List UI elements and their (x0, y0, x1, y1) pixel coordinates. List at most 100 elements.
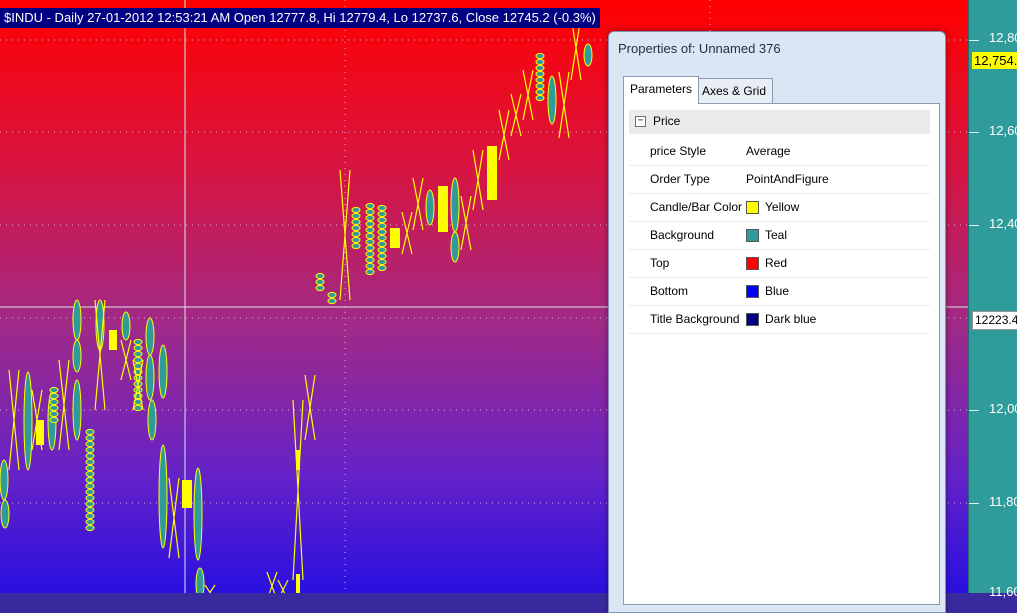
o-dot (85, 452, 95, 460)
o-dot (85, 446, 95, 454)
o-dot (85, 506, 95, 514)
o-dot (365, 244, 375, 252)
o-dot (365, 232, 375, 240)
o-dot (315, 272, 325, 280)
o-dot (85, 440, 95, 448)
tab-axes-grid[interactable]: Axes & Grid (695, 78, 774, 103)
o-column (0, 459, 9, 501)
o-dot (351, 212, 361, 220)
filled-bar (390, 228, 400, 248)
color-swatch (746, 228, 759, 242)
o-dot (49, 404, 59, 412)
price-axis[interactable]: 12,80 12,60 12,40 12,00 11,80 11,60 12,7… (968, 0, 1017, 599)
axis-tick (969, 503, 979, 504)
property-row-background[interactable]: Background Teal (629, 222, 930, 250)
o-dot (535, 52, 545, 60)
o-column (450, 177, 460, 233)
axis-tick (969, 225, 979, 226)
properties-dialog[interactable]: Properties of: Unnamed 376 Parameters Ax… (608, 31, 946, 613)
o-dot (365, 238, 375, 246)
property-row-bottom[interactable]: Bottom Blue (629, 278, 930, 306)
o-dot (133, 362, 143, 370)
o-dot (377, 216, 387, 224)
axis-tick (969, 410, 979, 411)
color-swatch (746, 312, 759, 326)
o-column (145, 317, 155, 356)
property-value[interactable]: Teal (746, 228, 787, 242)
o-dot (133, 404, 143, 412)
o-dot (85, 518, 95, 526)
property-value[interactable]: Dark blue (746, 312, 816, 326)
o-dot (351, 230, 361, 238)
o-dot (133, 338, 143, 346)
o-dot (535, 76, 545, 84)
o-dot (351, 218, 361, 226)
property-grid: − Price price Style Average Order Type P… (623, 103, 940, 605)
property-name: Title Background (650, 312, 740, 326)
o-dot (377, 234, 387, 242)
o-dot (85, 428, 95, 436)
o-dot (133, 350, 143, 358)
o-column (193, 467, 203, 561)
filled-bar (438, 186, 448, 232)
property-value[interactable]: Red (746, 256, 787, 270)
collapse-icon[interactable]: − (635, 116, 646, 127)
o-dot (535, 58, 545, 66)
group-label: Price (653, 114, 681, 128)
filled-bar (487, 146, 497, 200)
property-name: Bottom (650, 284, 689, 298)
o-dot (351, 236, 361, 244)
o-dot (365, 250, 375, 258)
o-dot (377, 240, 387, 248)
o-column (195, 567, 205, 593)
o-dot (49, 398, 59, 406)
filled-bar (182, 480, 192, 508)
o-dot (49, 410, 59, 418)
o-column (583, 43, 593, 67)
property-value-text: Average (746, 144, 791, 158)
o-dot (535, 82, 545, 90)
property-row-candle-color[interactable]: Candle/Bar Color Yellow (629, 194, 930, 222)
o-column (72, 299, 82, 341)
o-dot (535, 94, 545, 102)
property-group-price[interactable]: − Price (629, 110, 930, 134)
o-dot (85, 482, 95, 490)
property-value[interactable]: Blue (746, 284, 789, 298)
property-value-text: Teal (765, 228, 788, 242)
property-value[interactable]: PointAndFigure (746, 172, 829, 186)
property-row-price-style[interactable]: price Style Average (629, 138, 930, 166)
property-value-text: PointAndFigure (746, 172, 829, 186)
property-value[interactable]: Average (746, 144, 790, 158)
o-dot (85, 500, 95, 508)
o-dot (377, 228, 387, 236)
property-row-order-type[interactable]: Order Type PointAndFigure (629, 166, 930, 194)
o-dot (85, 464, 95, 472)
tab-parameters[interactable]: Parameters (623, 76, 700, 104)
color-swatch (746, 200, 759, 214)
property-row-top[interactable]: Top Red (629, 250, 930, 278)
property-row-title-background[interactable]: Title Background Dark blue (629, 306, 930, 334)
axis-tick (969, 132, 979, 133)
o-dot (85, 512, 95, 520)
o-dot (315, 278, 325, 286)
property-name: price Style (650, 144, 707, 158)
property-value-text: Dark blue (765, 312, 817, 326)
o-column (147, 399, 157, 441)
o-column (72, 339, 82, 373)
property-value[interactable]: Yellow (746, 200, 799, 214)
o-dot (365, 208, 375, 216)
o-dot (365, 262, 375, 270)
property-value-text: Yellow (765, 200, 800, 214)
o-dot (351, 242, 361, 250)
o-column (450, 231, 460, 263)
o-dot (377, 204, 387, 212)
property-name: Order Type (650, 172, 710, 186)
axis-label: 12,00 (989, 401, 1017, 416)
o-dot (49, 386, 59, 394)
dialog-title: Properties of: Unnamed 376 (618, 41, 781, 56)
axis-label: 11,60 (989, 584, 1017, 599)
filled-bar (296, 574, 300, 593)
o-dot (535, 88, 545, 96)
o-dot (85, 476, 95, 484)
property-name: Background (650, 228, 715, 242)
